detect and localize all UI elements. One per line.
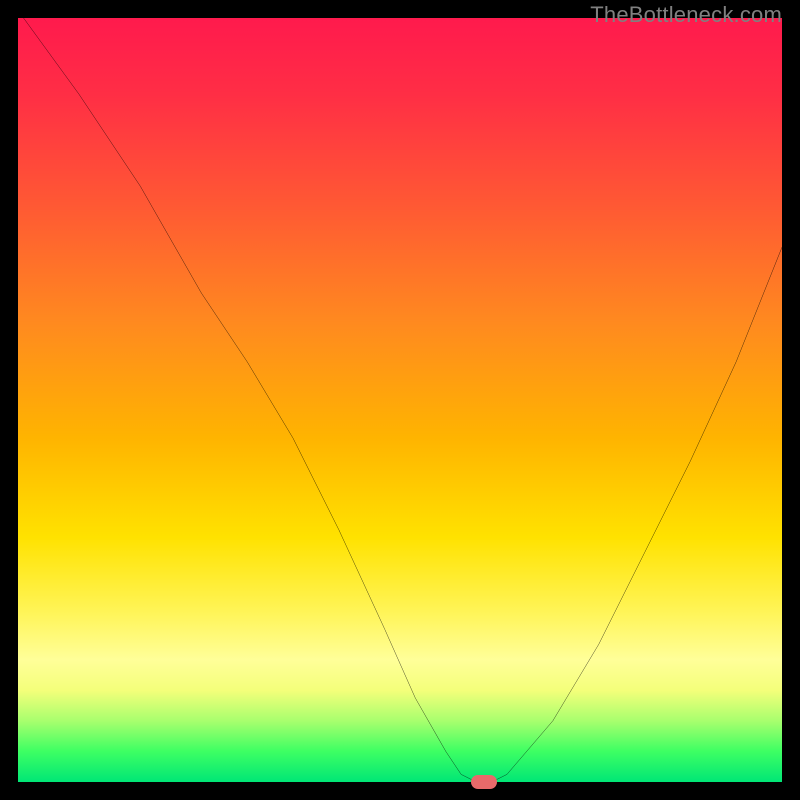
bottleneck-curve <box>18 18 782 782</box>
optimum-marker <box>471 775 497 789</box>
attribution-label: TheBottleneck.com <box>590 2 782 28</box>
plot-area <box>18 18 782 782</box>
curve-path <box>18 18 782 782</box>
chart-frame: TheBottleneck.com <box>0 0 800 800</box>
